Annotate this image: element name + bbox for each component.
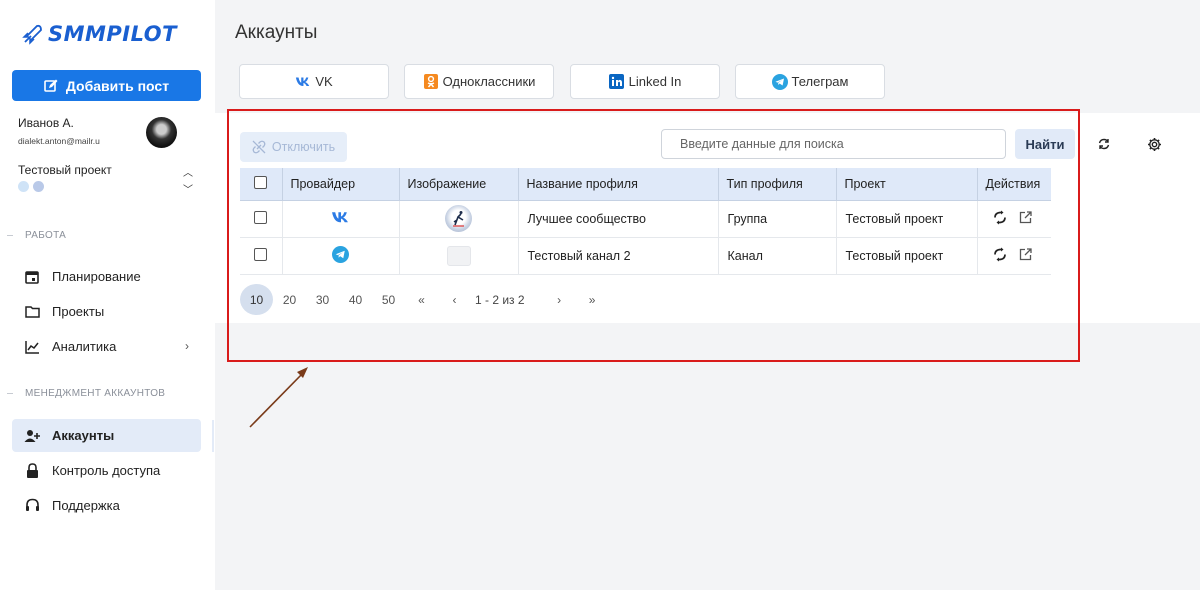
- sidebar-item-accounts[interactable]: Аккаунты: [12, 419, 201, 452]
- gear-icon[interactable]: [1146, 136, 1162, 152]
- project-accounts: [18, 181, 44, 192]
- tab-odnoklassniki[interactable]: Одноклассники: [404, 64, 554, 99]
- calendar-icon: [24, 269, 40, 285]
- active-indicator: [212, 420, 214, 452]
- add-post-button[interactable]: Добавить пост: [12, 70, 201, 101]
- sidebar: SMMPILOT Добавить пост Иванов А. dialekt…: [0, 0, 215, 590]
- tab-linkedin[interactable]: Linked In: [570, 64, 720, 99]
- tab-telegram[interactable]: Телеграм: [735, 64, 885, 99]
- section-divider: [7, 235, 13, 236]
- sidebar-item-label: Планирование: [52, 269, 141, 284]
- telegram-icon: [771, 73, 788, 90]
- refresh-icon[interactable]: [1096, 136, 1112, 152]
- folder-icon: [24, 304, 40, 320]
- sidebar-item-label: Контроль доступа: [52, 463, 161, 478]
- sidebar-item-label: Аналитика: [52, 339, 117, 354]
- user-name: Иванов А.: [18, 116, 74, 130]
- chevron-down-icon[interactable]: ﹀: [183, 181, 193, 196]
- tab-label: Linked In: [628, 74, 682, 89]
- linkedin-icon: [609, 74, 625, 90]
- chart-line-icon: [24, 339, 40, 355]
- chevron-up-icon[interactable]: ︿: [183, 164, 193, 179]
- sidebar-item-projects[interactable]: Проекты: [12, 295, 201, 328]
- section-divider: [7, 393, 13, 394]
- chevron-right-icon: ›: [185, 339, 189, 353]
- page-title: Аккаунты: [235, 22, 318, 43]
- sidebar-item-access-control[interactable]: Контроль доступа: [12, 454, 201, 487]
- sidebar-item-analytics[interactable]: Аналитика ›: [12, 330, 201, 363]
- tab-label: Телеграм: [791, 74, 849, 89]
- sidebar-item-planning[interactable]: Планирование: [12, 260, 201, 293]
- tab-label: Одноклассники: [442, 74, 536, 89]
- avatar[interactable]: [146, 117, 177, 148]
- odnoklassniki-icon: [423, 74, 439, 90]
- sidebar-item-support[interactable]: Поддержка: [12, 489, 201, 522]
- logo-text: SMMPILOT: [48, 22, 177, 46]
- rocket-icon: [22, 24, 42, 45]
- section-label-work: РАБОТА: [25, 230, 67, 241]
- sidebar-item-label: Аккаунты: [52, 428, 115, 443]
- user-email: dialekt.anton@mailr.u: [18, 136, 100, 146]
- headset-icon: [24, 498, 40, 514]
- sidebar-item-label: Проекты: [52, 304, 105, 319]
- project-account-avatar: [18, 181, 29, 192]
- vk-icon: [295, 74, 311, 90]
- sidebar-item-label: Поддержка: [52, 498, 120, 513]
- project-selector[interactable]: Тестовый проект: [18, 163, 112, 177]
- project-account-avatar: [33, 181, 44, 192]
- tab-vk[interactable]: VK: [239, 64, 389, 99]
- section-label-accounts-mgmt: МЕНЕДЖМЕНТ АККАУНТОВ: [25, 388, 166, 399]
- edit-icon: [44, 79, 58, 92]
- add-post-label: Добавить пост: [65, 77, 170, 94]
- person-add-icon: [24, 428, 40, 444]
- logo[interactable]: SMMPILOT: [22, 22, 177, 46]
- annotation-highlight-box: [227, 109, 1080, 362]
- tab-label: VK: [315, 74, 333, 89]
- lock-icon: [24, 463, 40, 479]
